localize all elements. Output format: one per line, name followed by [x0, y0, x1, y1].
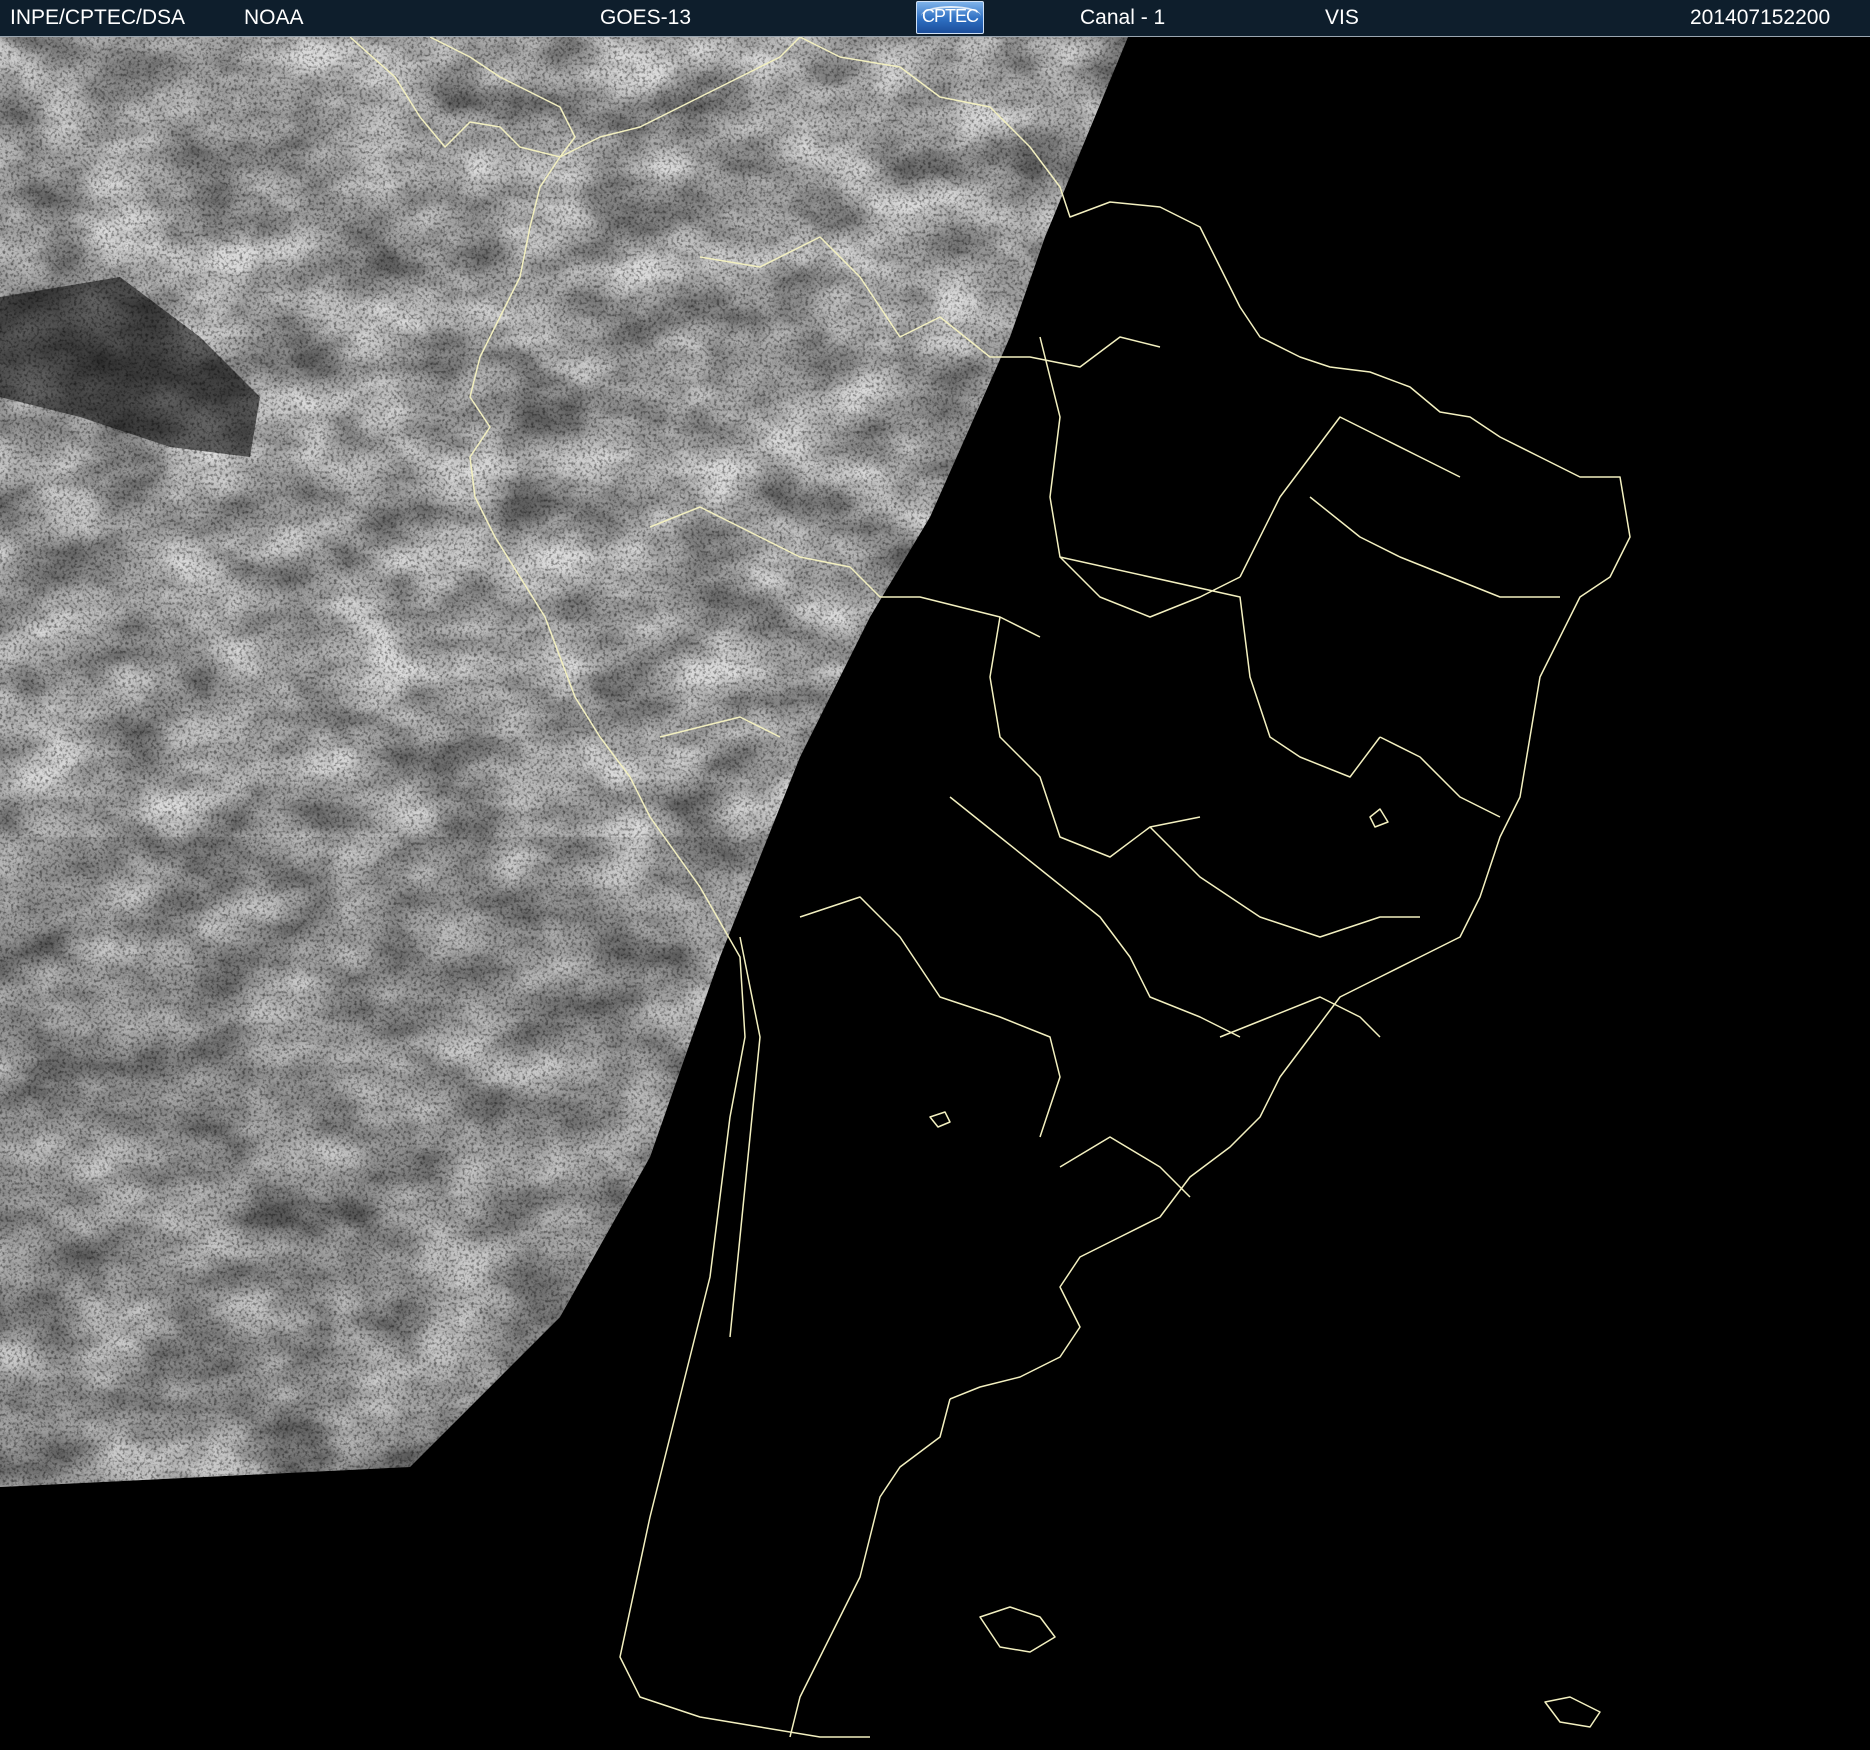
timestamp-label: 201407152200: [1690, 6, 1831, 29]
map-canvas: [0, 37, 1870, 1750]
channel-label: Canal - 1: [1080, 6, 1166, 29]
cptec-logo-icon: CPTEC: [916, 1, 984, 34]
satellite-image-viewer: INPE/CPTEC/DSA NOAA GOES-13 CPTEC Canal …: [0, 0, 1870, 1750]
satellite-label: GOES-13: [600, 6, 692, 29]
band-label: VIS: [1325, 6, 1359, 29]
image-header-bar: INPE/CPTEC/DSA NOAA GOES-13 CPTEC Canal …: [0, 0, 1870, 37]
agency-label: INPE/CPTEC/DSA: [10, 6, 186, 29]
satellite-map: [0, 37, 1870, 1750]
partner-label: NOAA: [244, 6, 304, 29]
logo-text: CPTEC: [921, 6, 979, 26]
